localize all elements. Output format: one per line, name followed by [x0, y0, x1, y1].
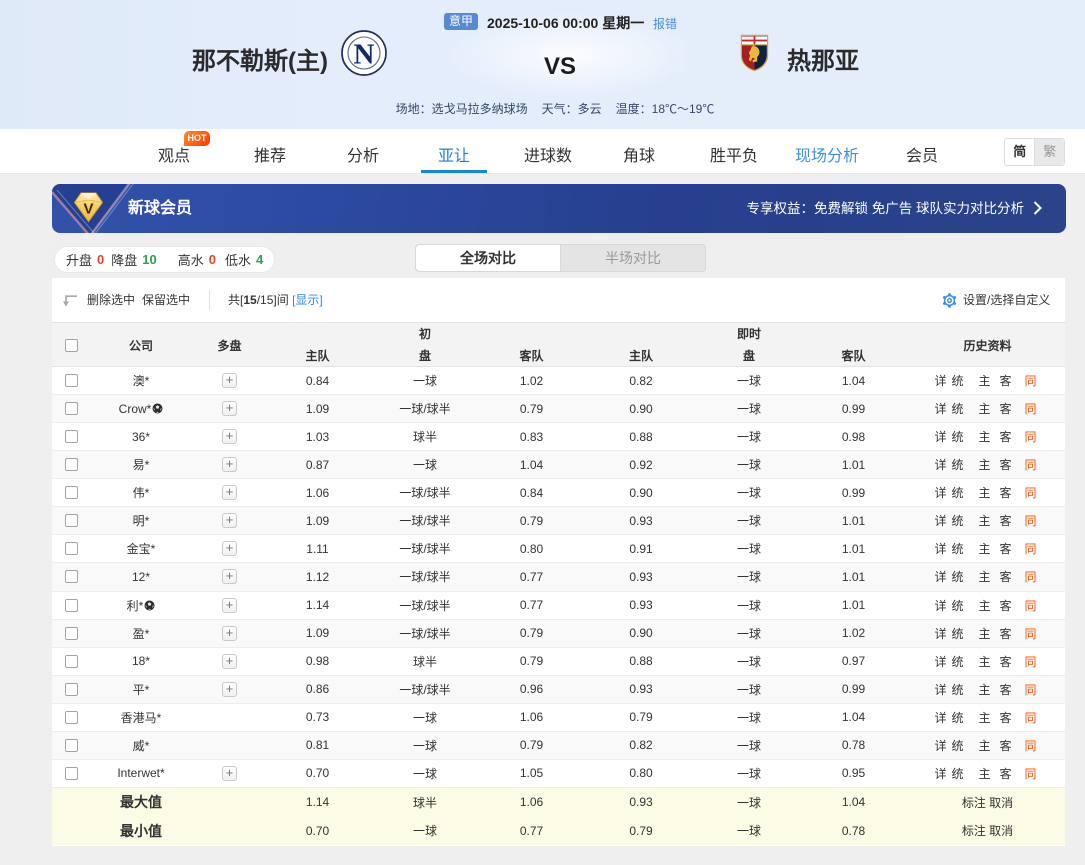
svg-text:N: N: [354, 39, 375, 71]
svg-text:V: V: [83, 201, 93, 218]
